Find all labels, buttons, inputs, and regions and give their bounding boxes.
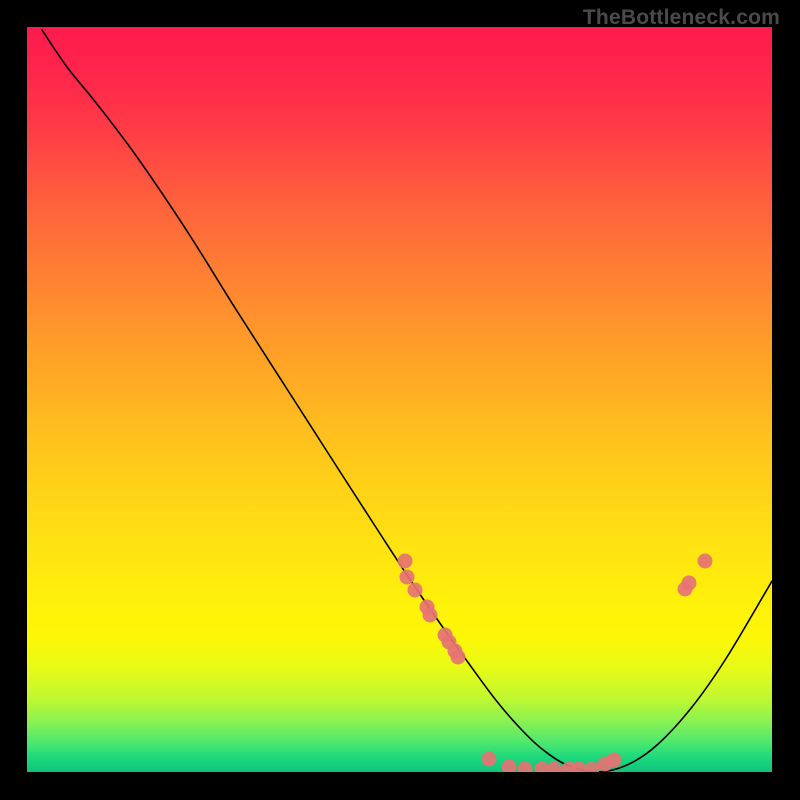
scatter-dot (572, 762, 587, 773)
scatter-dot (398, 554, 413, 569)
scatter-dot (482, 752, 497, 767)
scatter-dot (502, 760, 517, 773)
bottleneck-curve (42, 30, 772, 772)
scatter-dot (408, 583, 423, 598)
scatter-dot (547, 762, 562, 773)
scatter-dot (607, 753, 622, 768)
scatter-dot (585, 762, 600, 773)
scatter-dot (518, 762, 533, 773)
scatter-dots (398, 554, 713, 773)
scatter-dot (423, 608, 438, 623)
plot-frame (27, 27, 772, 772)
scatter-dot (682, 576, 697, 591)
plot-overlay (27, 27, 772, 772)
scatter-dot (698, 554, 713, 569)
scatter-dot (451, 650, 466, 665)
scatter-dot (400, 570, 415, 585)
